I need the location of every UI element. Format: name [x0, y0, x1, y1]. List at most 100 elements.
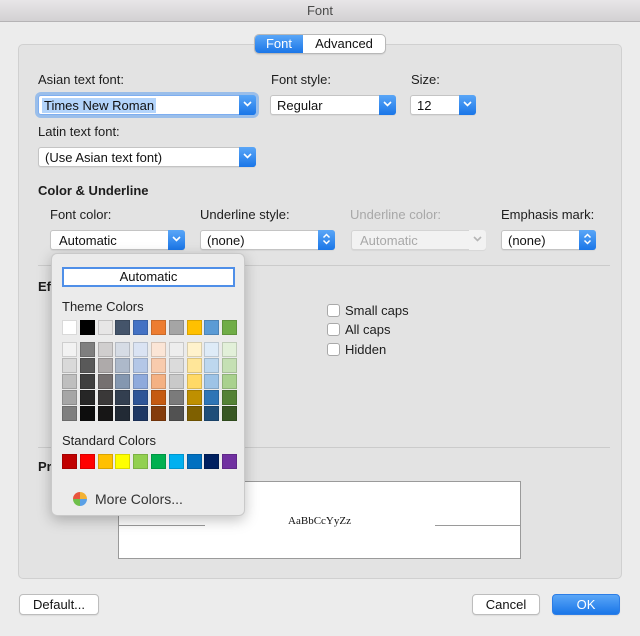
- theme-color-swatch[interactable]: [151, 358, 166, 373]
- theme-color-swatch[interactable]: [204, 374, 220, 389]
- standard-color-swatch[interactable]: [151, 454, 166, 469]
- theme-color-swatch[interactable]: [62, 390, 77, 405]
- updown-chevron-icon[interactable]: [318, 230, 335, 250]
- theme-color-swatch[interactable]: [222, 374, 238, 389]
- theme-color-swatch[interactable]: [79, 390, 95, 405]
- theme-color-swatch[interactable]: [151, 320, 166, 335]
- tab-font[interactable]: Font: [255, 35, 303, 53]
- theme-color-swatch[interactable]: [204, 320, 220, 335]
- theme-color-swatch[interactable]: [62, 342, 77, 357]
- theme-color-swatch[interactable]: [62, 358, 77, 373]
- emphasis-mark-select[interactable]: (none): [501, 230, 596, 250]
- theme-color-swatch[interactable]: [186, 320, 202, 335]
- theme-color-swatch[interactable]: [151, 406, 166, 421]
- more-colors-button[interactable]: More Colors...: [72, 491, 183, 507]
- standard-color-swatch[interactable]: [133, 454, 149, 469]
- asian-font-combo[interactable]: Times New Roman: [38, 95, 256, 115]
- chevron-down-icon[interactable]: [239, 95, 256, 115]
- theme-color-swatch[interactable]: [186, 406, 202, 421]
- theme-color-swatch[interactable]: [204, 358, 220, 373]
- theme-color-swatch[interactable]: [168, 374, 184, 389]
- theme-color-swatch[interactable]: [151, 390, 166, 405]
- theme-color-swatch[interactable]: [115, 358, 131, 373]
- theme-color-swatch[interactable]: [79, 374, 95, 389]
- standard-color-swatch[interactable]: [79, 454, 95, 469]
- standard-color-swatch[interactable]: [168, 454, 184, 469]
- small-caps-checkbox[interactable]: Small caps: [327, 303, 409, 318]
- theme-color-swatch[interactable]: [97, 374, 113, 389]
- theme-color-swatch[interactable]: [222, 342, 238, 357]
- theme-color-swatch[interactable]: [168, 320, 184, 335]
- theme-color-swatch[interactable]: [62, 320, 77, 335]
- font-style-select[interactable]: Regular: [270, 95, 396, 115]
- checkbox-box[interactable]: [327, 304, 340, 317]
- all-caps-checkbox[interactable]: All caps: [327, 322, 391, 337]
- theme-color-swatch[interactable]: [204, 390, 220, 405]
- theme-color-swatch[interactable]: [79, 320, 95, 335]
- theme-color-swatch[interactable]: [168, 358, 184, 373]
- ok-button[interactable]: OK: [552, 594, 620, 615]
- chevron-down-icon[interactable]: [168, 230, 185, 250]
- checkbox-box[interactable]: [327, 323, 340, 336]
- standard-color-swatch[interactable]: [186, 454, 202, 469]
- theme-color-swatch[interactable]: [222, 358, 238, 373]
- theme-color-swatch[interactable]: [133, 390, 149, 405]
- asian-font-value[interactable]: Times New Roman: [42, 98, 157, 113]
- size-value[interactable]: 12: [417, 98, 431, 113]
- latin-font-value[interactable]: (Use Asian text font): [45, 150, 162, 165]
- theme-color-swatch[interactable]: [115, 390, 131, 405]
- theme-color-swatch[interactable]: [168, 342, 184, 357]
- theme-color-swatch[interactable]: [151, 342, 166, 357]
- theme-color-swatch[interactable]: [97, 342, 113, 357]
- theme-color-swatch[interactable]: [204, 406, 220, 421]
- theme-color-swatch[interactable]: [133, 358, 149, 373]
- cancel-button[interactable]: Cancel: [472, 594, 540, 615]
- theme-color-swatch[interactable]: [97, 358, 113, 373]
- theme-color-swatch[interactable]: [222, 406, 238, 421]
- size-combo[interactable]: 12: [410, 95, 476, 115]
- standard-color-swatch[interactable]: [222, 454, 238, 469]
- theme-color-swatch[interactable]: [133, 342, 149, 357]
- standard-color-swatch[interactable]: [97, 454, 113, 469]
- standard-color-swatch[interactable]: [115, 454, 131, 469]
- default-button[interactable]: Default...: [19, 594, 99, 615]
- theme-color-swatch[interactable]: [115, 374, 131, 389]
- theme-color-swatch[interactable]: [168, 390, 184, 405]
- theme-color-swatch[interactable]: [222, 390, 238, 405]
- theme-color-swatch[interactable]: [186, 390, 202, 405]
- chevron-down-icon[interactable]: [459, 95, 476, 115]
- font-color-select[interactable]: Automatic: [50, 230, 185, 250]
- chevron-down-icon[interactable]: [379, 95, 396, 115]
- theme-color-swatch[interactable]: [133, 320, 149, 335]
- checkbox-box[interactable]: [327, 343, 340, 356]
- theme-color-swatch[interactable]: [168, 406, 184, 421]
- standard-color-swatch[interactable]: [62, 454, 77, 469]
- theme-color-swatch[interactable]: [97, 320, 113, 335]
- automatic-color-button[interactable]: Automatic: [62, 267, 235, 287]
- theme-color-swatch[interactable]: [186, 342, 202, 357]
- latin-font-combo[interactable]: (Use Asian text font): [38, 147, 256, 167]
- updown-chevron-icon[interactable]: [579, 230, 596, 250]
- theme-color-swatch[interactable]: [62, 406, 77, 421]
- hidden-checkbox[interactable]: Hidden: [327, 342, 386, 357]
- theme-color-swatch[interactable]: [115, 406, 131, 421]
- theme-color-swatch[interactable]: [79, 358, 95, 373]
- theme-color-swatch[interactable]: [97, 390, 113, 405]
- theme-color-swatch[interactable]: [186, 374, 202, 389]
- theme-color-swatch[interactable]: [222, 320, 238, 335]
- theme-color-swatch[interactable]: [151, 374, 166, 389]
- theme-color-swatch[interactable]: [115, 320, 131, 335]
- theme-color-swatch[interactable]: [204, 342, 220, 357]
- theme-color-swatch[interactable]: [133, 374, 149, 389]
- theme-color-swatch[interactable]: [79, 342, 95, 357]
- underline-style-select[interactable]: (none): [200, 230, 335, 250]
- theme-color-swatch[interactable]: [186, 358, 202, 373]
- theme-color-swatch[interactable]: [97, 406, 113, 421]
- theme-color-swatch[interactable]: [62, 374, 77, 389]
- theme-color-swatch[interactable]: [115, 342, 131, 357]
- theme-color-swatch[interactable]: [133, 406, 149, 421]
- theme-color-swatch[interactable]: [79, 406, 95, 421]
- chevron-down-icon[interactable]: [239, 147, 256, 167]
- tab-advanced[interactable]: Advanced: [303, 35, 385, 53]
- standard-color-swatch[interactable]: [204, 454, 220, 469]
